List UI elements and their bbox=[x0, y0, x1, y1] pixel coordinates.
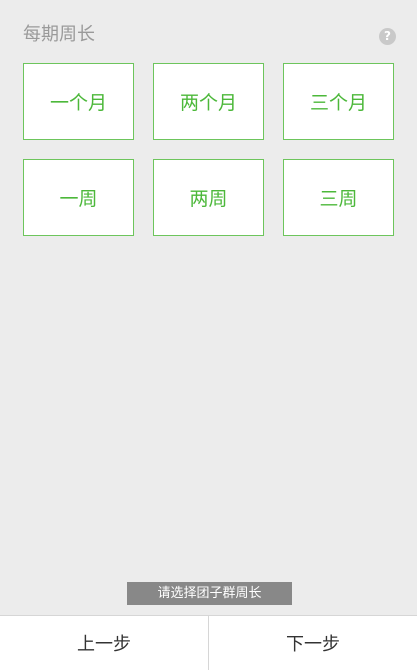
page-header: 每期周长 ? bbox=[0, 0, 417, 58]
option-label: 两个月 bbox=[179, 92, 237, 114]
option-three-weeks[interactable]: 三周 bbox=[283, 159, 394, 236]
option-label: 两周 bbox=[189, 188, 228, 210]
option-two-weeks[interactable]: 两周 bbox=[153, 159, 264, 236]
option-label: 一周 bbox=[59, 188, 98, 210]
option-label: 一个月 bbox=[49, 92, 107, 114]
help-icon[interactable]: ? bbox=[379, 28, 396, 45]
section-title: 每期周长 bbox=[23, 24, 95, 45]
option-one-month[interactable]: 一个月 bbox=[23, 63, 134, 140]
prev-step-button[interactable]: 上一步 bbox=[0, 616, 208, 670]
option-label: 三个月 bbox=[309, 92, 367, 114]
footer-bar: 上一步 下一步 bbox=[0, 615, 417, 670]
option-three-months[interactable]: 三个月 bbox=[283, 63, 394, 140]
option-two-months[interactable]: 两个月 bbox=[153, 63, 264, 140]
toast-message: 请选择团子群周长 bbox=[127, 582, 292, 605]
option-one-week[interactable]: 一周 bbox=[23, 159, 134, 236]
option-label: 三周 bbox=[319, 188, 358, 210]
next-step-button[interactable]: 下一步 bbox=[209, 616, 417, 670]
